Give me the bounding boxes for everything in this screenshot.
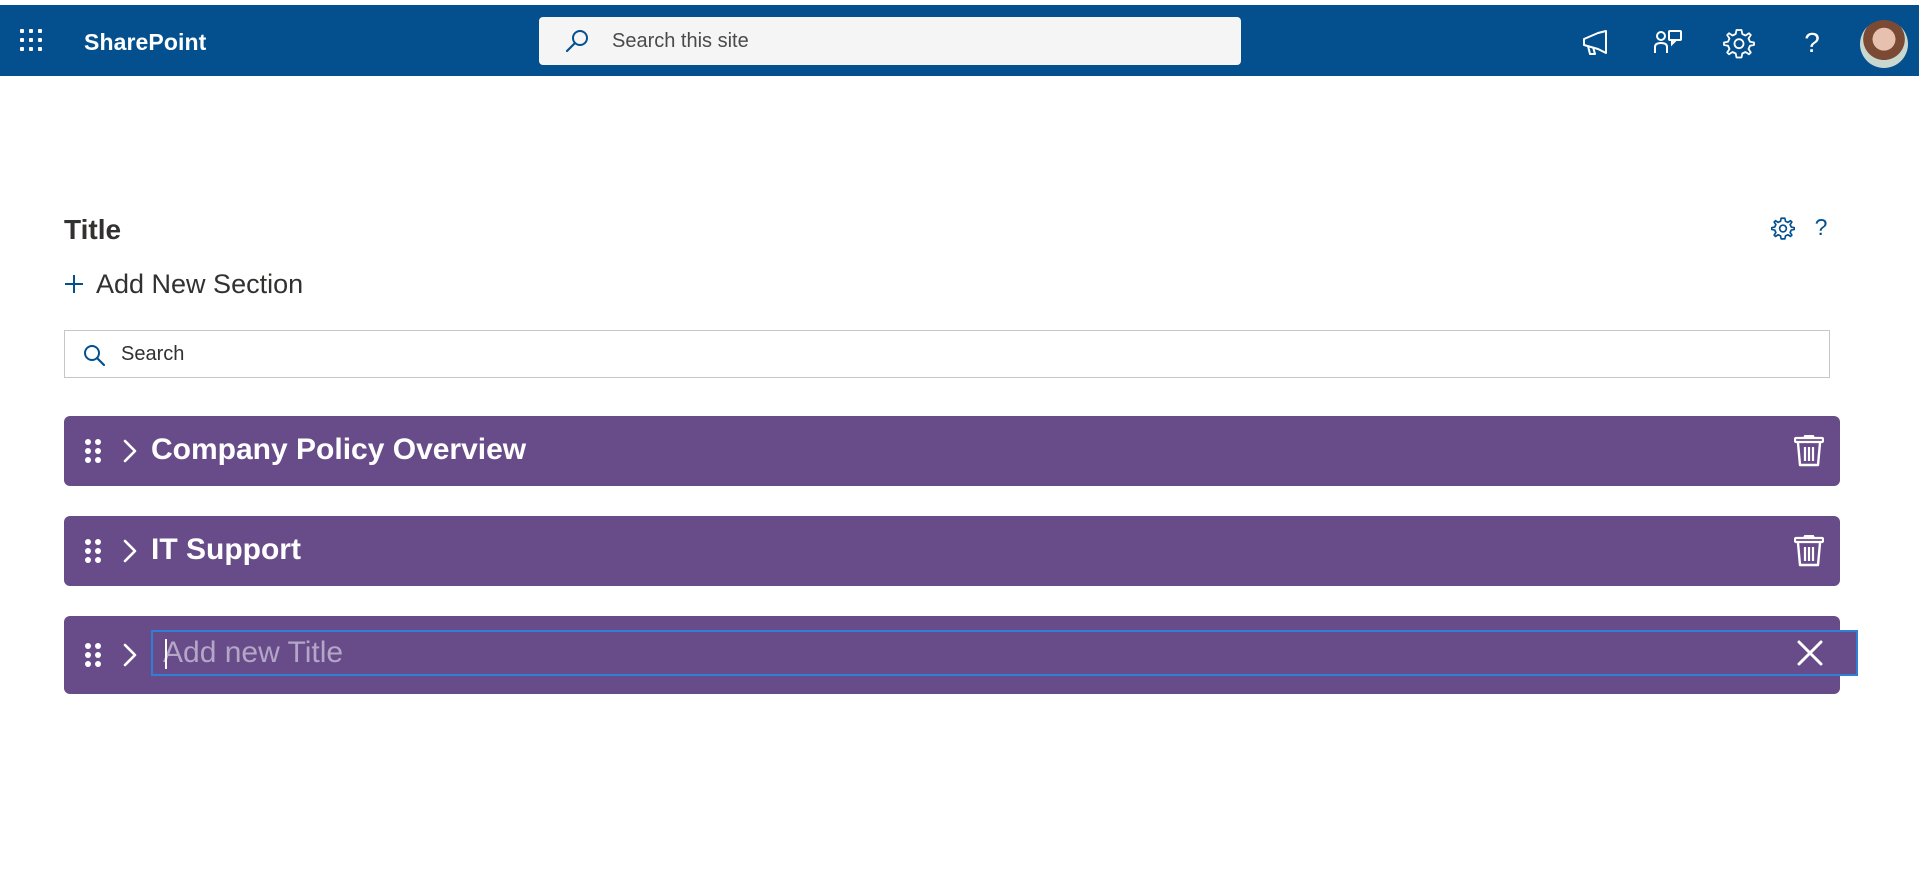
app-name-link[interactable]: SharePoint xyxy=(84,29,206,56)
section-search-box[interactable] xyxy=(64,330,1830,378)
drag-handle-icon[interactable] xyxy=(84,538,102,564)
webpart-help-icon[interactable]: ? xyxy=(1810,214,1832,240)
chevron-right-icon[interactable] xyxy=(120,539,140,563)
suite-bar: SharePoint ? xyxy=(0,0,1919,76)
drag-handle-icon[interactable] xyxy=(84,438,102,464)
avatar[interactable] xyxy=(1860,20,1908,68)
app-launcher-icon[interactable] xyxy=(20,29,46,55)
trash-icon[interactable] xyxy=(1794,435,1824,467)
plus-icon xyxy=(65,275,83,293)
drag-handle-icon[interactable] xyxy=(84,642,102,668)
site-search-box[interactable] xyxy=(539,17,1241,65)
section-title[interactable]: IT Support xyxy=(151,533,301,567)
new-title-input[interactable] xyxy=(151,630,1858,676)
section-row-editing[interactable] xyxy=(64,616,1858,694)
add-new-section-button[interactable]: Add New Section xyxy=(64,266,303,302)
help-icon[interactable]: ? xyxy=(1796,27,1828,59)
settings-icon[interactable] xyxy=(1723,27,1755,59)
section-title[interactable]: Company Policy Overview xyxy=(151,433,526,467)
megaphone-icon[interactable] xyxy=(1580,27,1612,59)
search-icon xyxy=(84,345,106,367)
section-search-input[interactable] xyxy=(119,331,1809,377)
webpart-title: Title xyxy=(64,214,122,245)
close-icon[interactable] xyxy=(1797,640,1823,666)
chevron-right-icon[interactable] xyxy=(120,439,140,463)
chevron-right-icon[interactable] xyxy=(120,643,140,667)
text-cursor xyxy=(165,639,167,669)
search-icon xyxy=(565,30,588,53)
section-row[interactable]: IT Support xyxy=(64,516,1840,586)
feedback-icon[interactable] xyxy=(1652,27,1684,59)
trash-icon[interactable] xyxy=(1794,535,1824,567)
section-row[interactable]: Company Policy Overview xyxy=(64,416,1840,486)
add-new-section-label: Add New Section xyxy=(96,268,304,299)
webpart-settings-icon[interactable] xyxy=(1771,216,1795,240)
site-search-input[interactable] xyxy=(610,17,1210,65)
